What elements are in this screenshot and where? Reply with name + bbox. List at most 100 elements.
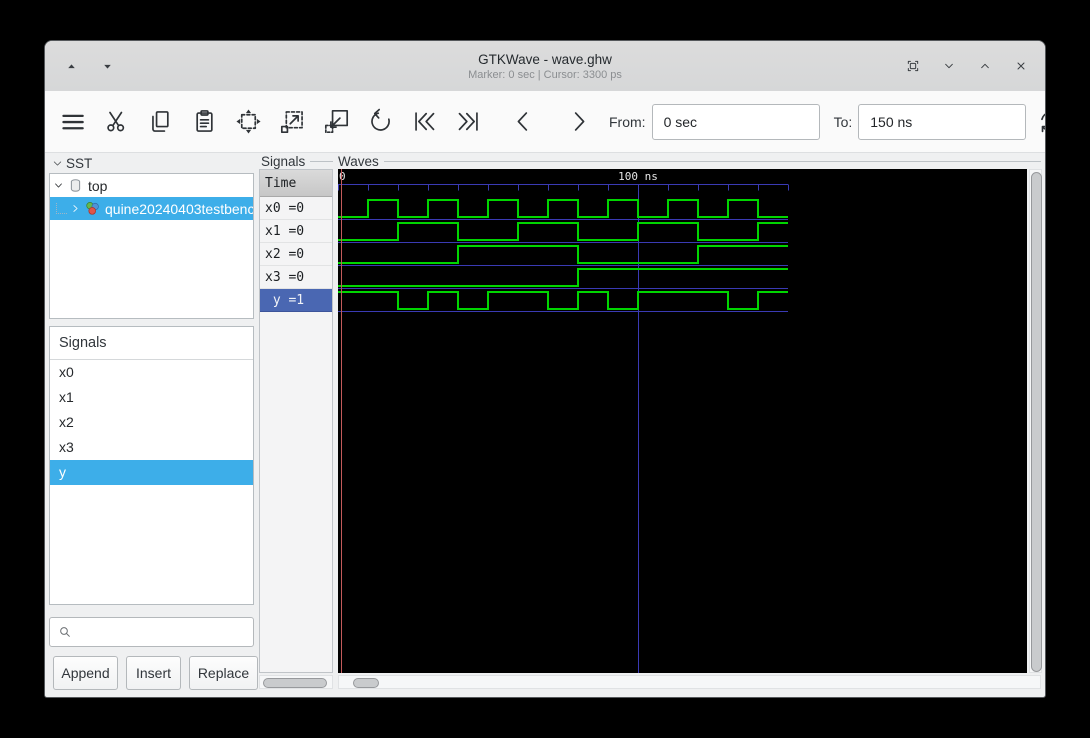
titlebar: GTKWave - wave.ghw Marker: 0 sec | Curso… xyxy=(45,41,1045,92)
signal-list-item-x2[interactable]: x2 xyxy=(50,410,253,435)
wave-canvas[interactable]: 0 100 ns xyxy=(338,169,1027,673)
signal-list-item-x3[interactable]: x3 xyxy=(50,435,253,460)
gtkwave-window: GTKWave - wave.ghw Marker: 0 sec | Curso… xyxy=(44,40,1046,698)
signal-action-buttons: Append Insert Replace xyxy=(49,656,258,690)
toolbar-reload-button[interactable] xyxy=(1036,104,1045,140)
toolbar-next-button[interactable] xyxy=(561,104,595,140)
chevron-right-icon[interactable] xyxy=(69,202,82,215)
wave-trace-x3 xyxy=(338,268,788,287)
reload-icon xyxy=(1041,113,1045,133)
to-input[interactable] xyxy=(858,103,1027,140)
from-label: From: xyxy=(609,113,646,130)
desktop-background: GTKWave - wave.ghw Marker: 0 sec | Curso… xyxy=(0,0,1090,738)
waves-vscrollbar-thumb[interactable] xyxy=(1031,172,1042,672)
signal-name-panel: Time x0 =0 x1 =0 x2 =0 x3 =0 y =1 xyxy=(259,169,333,673)
signal-search-header: Signals xyxy=(50,327,253,360)
signal-list-item-x0[interactable]: x0 xyxy=(50,360,253,385)
zoom-in-icon xyxy=(280,111,303,134)
toolbar-cut-button[interactable] xyxy=(99,104,133,140)
sst-tree-item-quine20240403testbenc[interactable]: quine20240403testbenc xyxy=(50,197,253,220)
toolbar-copy-button[interactable] xyxy=(143,104,177,140)
maximize-icon xyxy=(981,63,989,69)
toolbar: From: To: xyxy=(45,91,1045,153)
signals-frame-text: Signals xyxy=(261,153,306,169)
toolbar-prev-button[interactable] xyxy=(506,104,540,140)
toolbar-to-start-button[interactable] xyxy=(407,104,441,140)
from-input[interactable] xyxy=(651,103,820,140)
wave-trace-y xyxy=(338,291,788,310)
signals-frame-label: Signals xyxy=(261,153,333,169)
waves-horizontal-scrollbar[interactable] xyxy=(338,675,1041,689)
database-icon xyxy=(70,179,81,192)
sst-frame-label: SST xyxy=(51,155,251,171)
next-icon xyxy=(574,112,584,131)
close-button[interactable] xyxy=(1011,56,1031,76)
signal-name-row-x2[interactable]: x2 =0 xyxy=(260,243,332,266)
menu-icon xyxy=(61,114,84,130)
minimize-button[interactable] xyxy=(939,56,959,76)
insert-button[interactable]: Insert xyxy=(126,656,181,690)
zoom-out-icon xyxy=(324,109,348,134)
wave-trace-x0 xyxy=(338,199,788,218)
waveform-svg: 0 100 ns xyxy=(338,169,789,673)
minimize-icon xyxy=(945,63,953,69)
toolbar-zoom-fit-button[interactable] xyxy=(231,104,265,140)
titlebar-left-controls xyxy=(61,41,117,91)
signal-name-row-x1[interactable]: x1 =0 xyxy=(260,220,332,243)
wave-trace-x2 xyxy=(338,245,788,264)
toolbar-undo-button[interactable] xyxy=(363,104,397,140)
keep-above-icon xyxy=(67,63,75,68)
module-icon xyxy=(86,202,99,215)
signal-search-list: x0 x1 x2 x3 y xyxy=(50,360,253,485)
close-icon xyxy=(1017,62,1025,70)
toolbar-zoom-in-button[interactable] xyxy=(275,104,309,140)
sst-header-text: SST xyxy=(66,155,93,171)
time-header[interactable]: Time xyxy=(260,170,332,197)
tree-item-label: quine20240403testbenc xyxy=(105,200,253,217)
signal-name-row-x0[interactable]: x0 =0 xyxy=(260,197,332,220)
shade-button[interactable] xyxy=(97,56,117,76)
fullscreen-button[interactable] xyxy=(903,56,923,76)
signal-search-panel: Signals x0 x1 x2 x3 y xyxy=(49,326,254,605)
zoom-fit-icon xyxy=(235,109,261,134)
toolbar-paste-button[interactable] xyxy=(187,104,221,140)
cut-icon xyxy=(106,111,124,132)
fullscreen-icon xyxy=(907,60,919,72)
signal-name-row-x3[interactable]: x3 =0 xyxy=(260,266,332,289)
signal-list-item-y[interactable]: y xyxy=(50,460,253,485)
to-label: To: xyxy=(833,113,853,130)
to-start-icon xyxy=(414,112,434,131)
titlebar-right-controls xyxy=(903,41,1031,91)
ruler-label: 100 ns xyxy=(618,170,658,183)
search-icon xyxy=(60,627,70,637)
paste-icon xyxy=(195,110,213,132)
ruler-label: 0 xyxy=(339,170,346,183)
signal-list-item-x1[interactable]: x1 xyxy=(50,385,253,410)
waves-hscrollbar-thumb[interactable] xyxy=(353,678,379,688)
window-title: GTKWave - wave.ghw xyxy=(478,51,612,67)
names-horizontal-scrollbar[interactable] xyxy=(259,675,333,689)
append-button[interactable]: Append xyxy=(53,656,118,690)
waves-frame-text: Waves xyxy=(338,153,379,169)
signal-search-box[interactable] xyxy=(49,617,261,647)
replace-button[interactable]: Replace xyxy=(189,656,258,690)
toolbar-zoom-out-button[interactable] xyxy=(319,104,353,140)
search-input[interactable] xyxy=(73,624,261,640)
waves-frame-label: Waves xyxy=(338,153,1041,169)
toolbar-menu-button[interactable] xyxy=(55,104,89,140)
waves-vertical-scrollbar[interactable] xyxy=(1029,169,1042,673)
undo-icon xyxy=(370,108,390,131)
chevron-down-icon[interactable] xyxy=(52,179,65,192)
tree-guide-line xyxy=(56,203,67,214)
keep-above-button[interactable] xyxy=(61,56,81,76)
chevron-down-icon xyxy=(53,160,62,166)
wave-trace-x1 xyxy=(338,222,788,241)
toolbar-to-end-button[interactable] xyxy=(451,104,485,140)
signal-name-rows: x0 =0 x1 =0 x2 =0 x3 =0 y =1 xyxy=(260,197,332,312)
prev-icon xyxy=(517,112,527,131)
names-scrollbar-thumb[interactable] xyxy=(263,678,327,688)
maximize-button[interactable] xyxy=(975,56,995,76)
signal-name-row-y[interactable]: y =1 xyxy=(260,289,332,312)
sst-tree-item-top[interactable]: top xyxy=(50,174,253,197)
tree-item-label: top xyxy=(88,177,108,194)
